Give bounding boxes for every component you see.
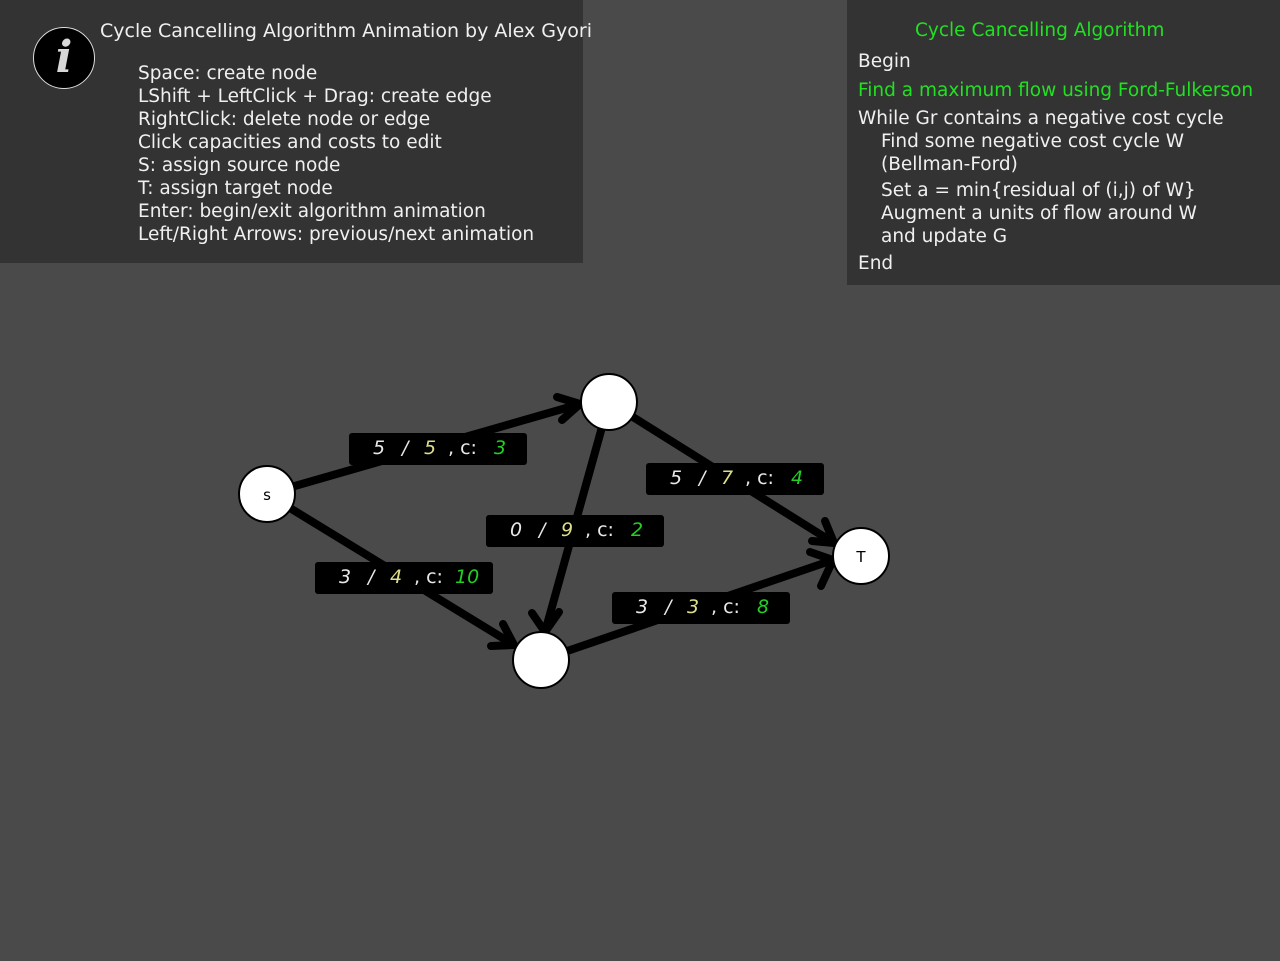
edge-slash: / (539, 519, 546, 541)
node-label: s (263, 486, 271, 504)
edge-cost-prefix: , c: (448, 437, 477, 459)
node-source[interactable]: s (238, 465, 296, 523)
edge-capacity[interactable]: 3 (687, 596, 699, 618)
node-top[interactable] (580, 373, 638, 431)
edge-slash: / (699, 467, 706, 489)
edge-capacity[interactable]: 5 (424, 437, 436, 459)
edge-flow[interactable]: 5 (373, 437, 385, 459)
edge-label-top-bottom[interactable]: 0 / 9 , c: 2 (486, 515, 664, 547)
edge-label-top-t[interactable]: 5 / 7 , c: 4 (646, 463, 824, 495)
edge-slash: / (402, 437, 409, 459)
edge-label-s-bottom[interactable]: 3 / 4 , c: 10 (315, 562, 493, 594)
edge-flow[interactable]: 5 (670, 467, 682, 489)
edge-capacity[interactable]: 7 (721, 467, 733, 489)
edge-cost[interactable]: 8 (757, 596, 769, 618)
edge-cost[interactable]: 3 (494, 437, 506, 459)
edge-capacity[interactable]: 4 (390, 566, 402, 588)
edge-flow[interactable]: 3 (636, 596, 648, 618)
edge-slash: / (368, 566, 375, 588)
edge-label-s-top[interactable]: 5 / 5 , c: 3 (349, 433, 527, 465)
flow-graph: s T (238, 373, 890, 689)
edge-cost[interactable]: 4 (791, 467, 803, 489)
edge-cost-prefix: , c: (745, 467, 774, 489)
node-label: T (855, 548, 866, 566)
edge-capacity[interactable]: 9 (561, 519, 573, 541)
edge-slash: / (665, 596, 672, 618)
edge-flow[interactable]: 0 (510, 519, 522, 541)
edge-cost-prefix: , c: (585, 519, 614, 541)
node-target[interactable]: T (832, 527, 890, 585)
edge-cost[interactable]: 10 (455, 566, 479, 588)
edge-flow[interactable]: 3 (339, 566, 351, 588)
node-bottom[interactable] (512, 631, 570, 689)
edge-label-bottom-t[interactable]: 3 / 3 , c: 8 (612, 592, 790, 624)
edge-cost-prefix: , c: (414, 566, 443, 588)
edge-cost-prefix: , c: (711, 596, 740, 618)
edge-cost[interactable]: 2 (631, 519, 643, 541)
